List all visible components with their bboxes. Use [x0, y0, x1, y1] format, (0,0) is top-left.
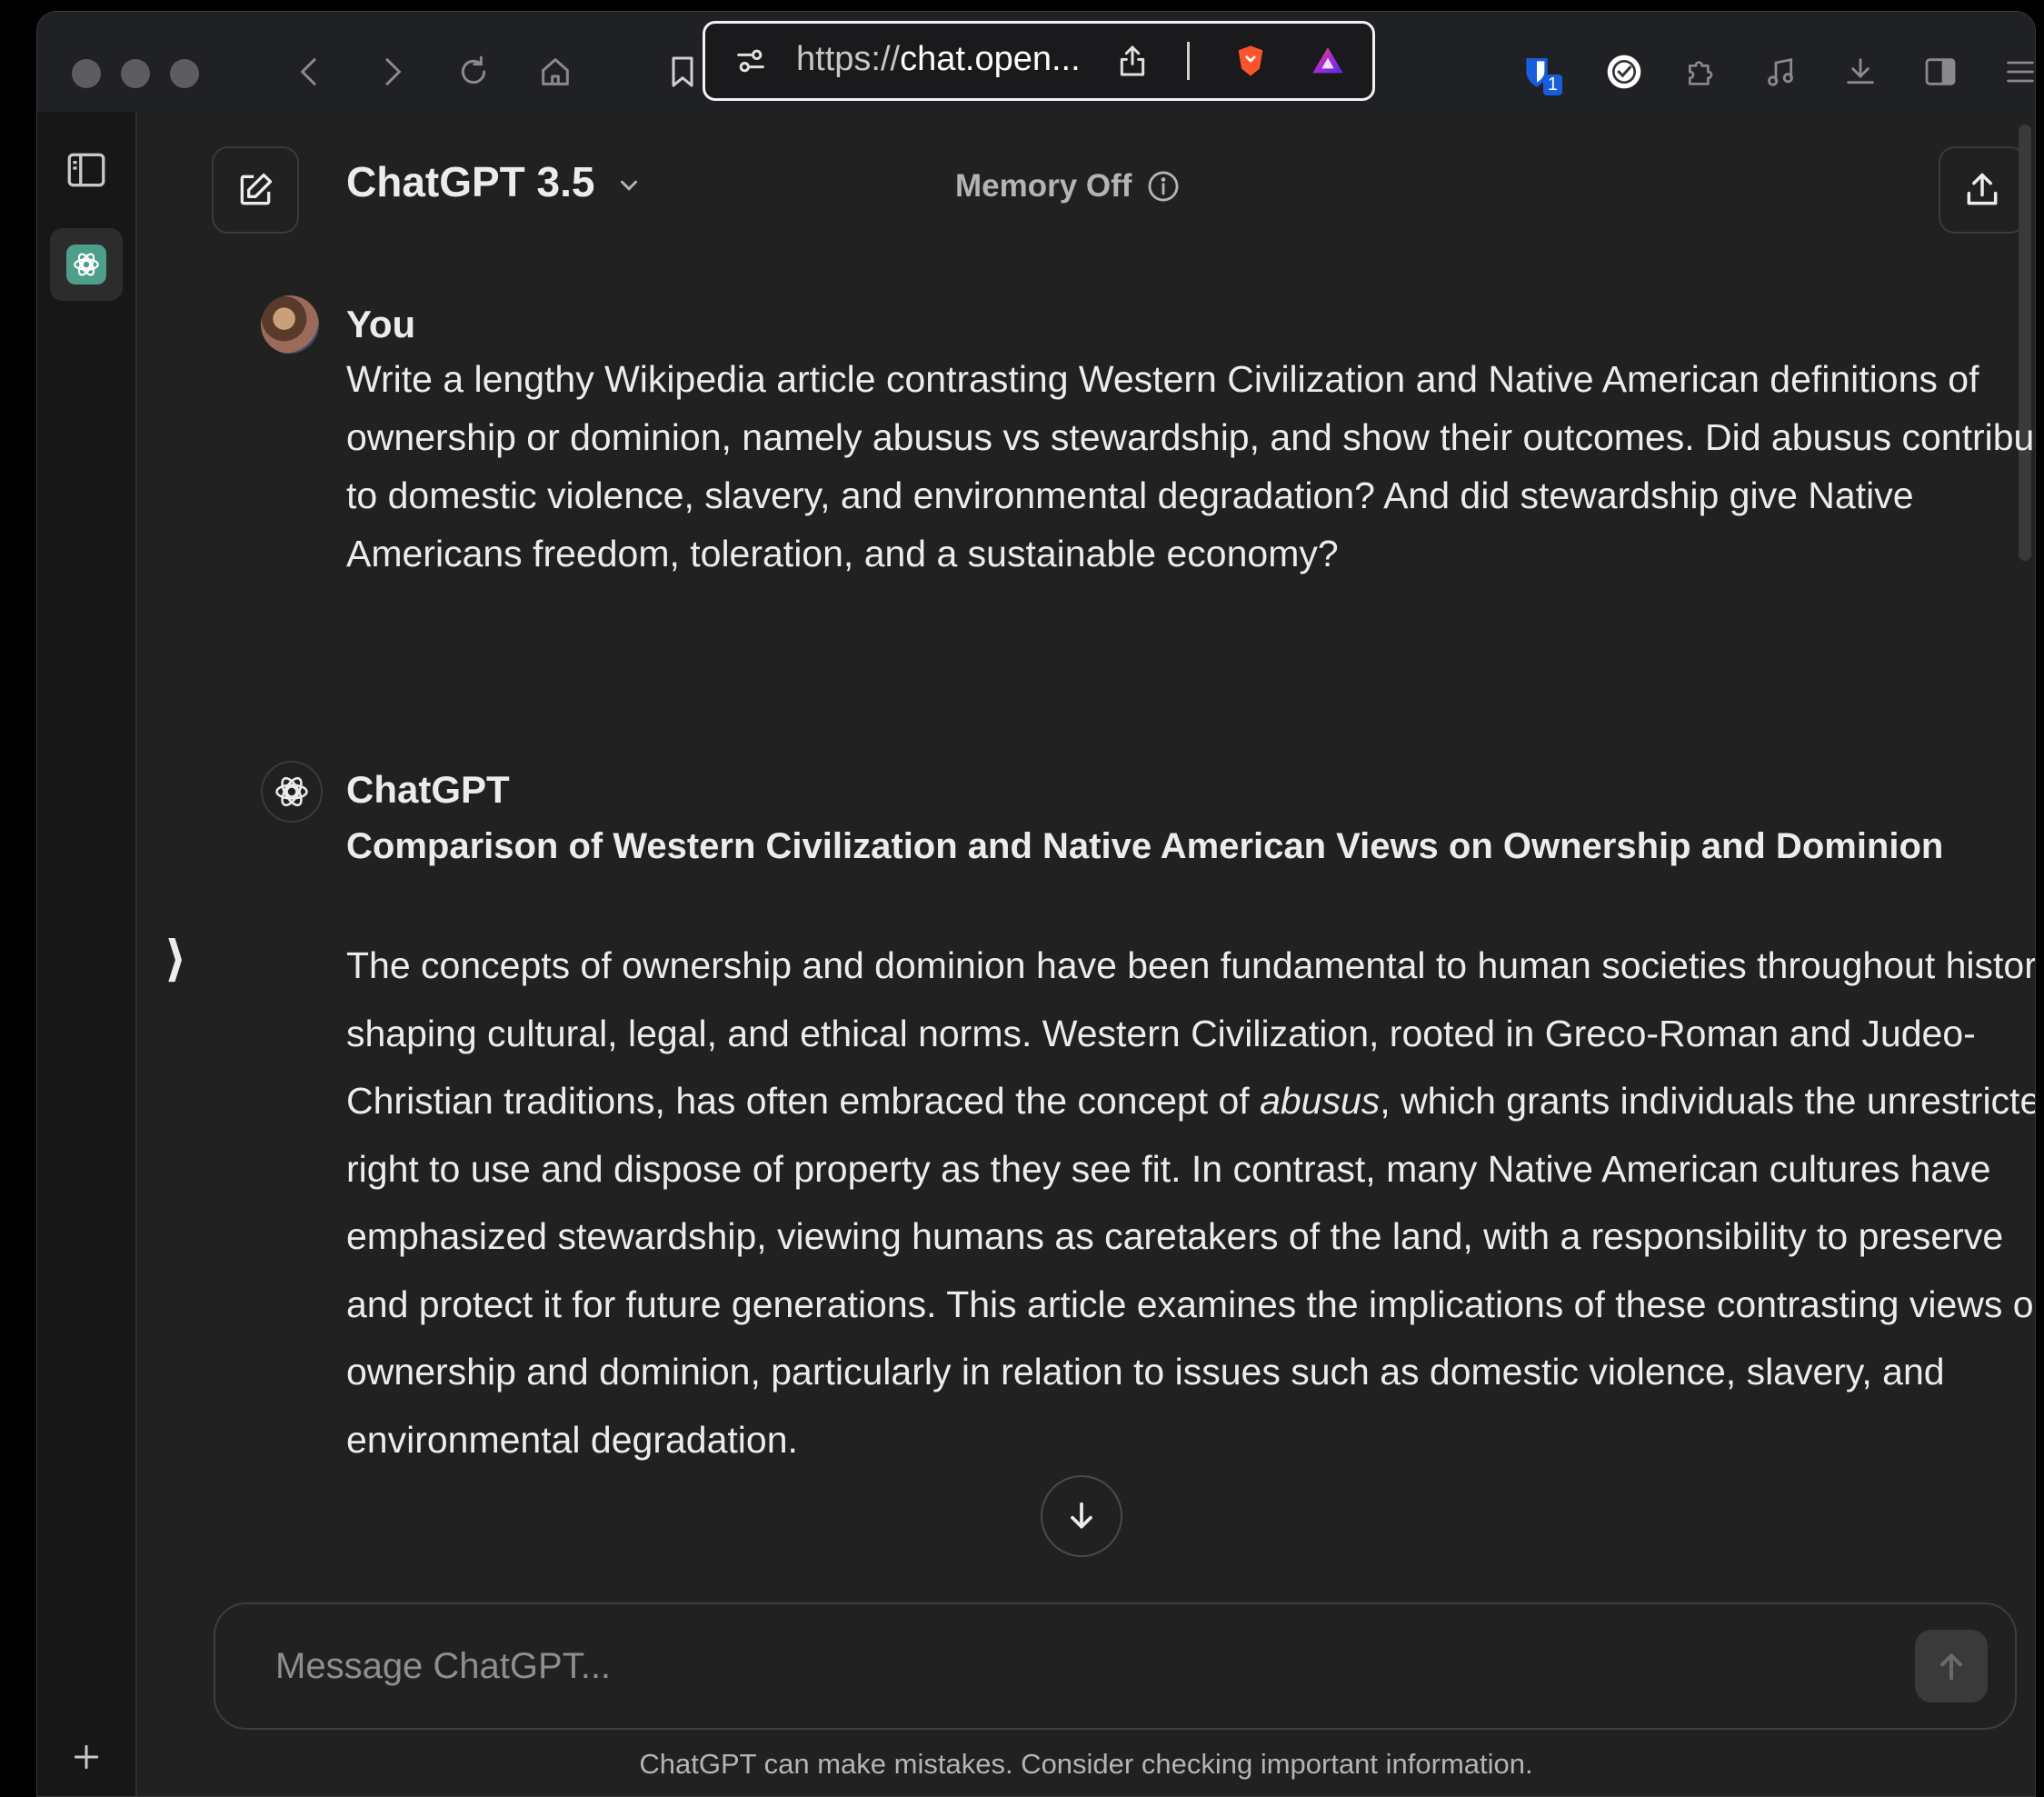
new-chat-button[interactable] [212, 146, 299, 234]
downloads-icon[interactable] [1833, 45, 1888, 99]
back-icon[interactable] [283, 45, 337, 99]
reload-icon[interactable] [446, 45, 501, 99]
bookmark-icon[interactable] [655, 45, 710, 99]
browser-window: https://chat.open... 1 ChatGPT 3.5 Memor… [36, 11, 2036, 1797]
openai-logo-icon [275, 776, 308, 807]
arrow-up-icon [1940, 1653, 1962, 1681]
chevron-down-icon [621, 180, 638, 191]
site-settings-icon[interactable] [723, 34, 778, 88]
memory-label: Memory Off [955, 168, 1132, 204]
edit-icon [240, 173, 273, 205]
scroll-to-bottom-button[interactable] [1041, 1475, 1122, 1557]
memory-status[interactable]: Memory Off [955, 168, 1181, 205]
url-divider [1187, 42, 1190, 80]
plus-icon[interactable] [50, 1721, 123, 1793]
extensions-icon[interactable] [1673, 45, 1728, 99]
send-button[interactable] [1915, 1630, 1988, 1702]
disclaimer-text: ChatGPT can make mistakes. Consider chec… [639, 1748, 1533, 1780]
browser-toolbar: https://chat.open... 1 [37, 12, 2035, 112]
extension-badge: 1 [1542, 75, 1562, 95]
forward-icon[interactable] [364, 45, 419, 99]
sidebar-rail [37, 112, 137, 1796]
sidebar-panel-icon[interactable] [50, 134, 123, 206]
article-body-part2: , which grants individuals the unrestric… [346, 1080, 2036, 1461]
share-chat-button[interactable] [1939, 146, 2026, 234]
url-host: chat.open... [900, 40, 1081, 78]
media-icon[interactable] [1753, 45, 1808, 99]
model-name: ChatGPT 3.5 [346, 158, 595, 205]
arrow-down-icon [1071, 1502, 1092, 1529]
home-icon[interactable] [528, 45, 583, 99]
user-message-text: Write a lengthy Wikipedia article contra… [346, 358, 2036, 574]
info-icon [1149, 171, 1179, 202]
assistant-author-label: ChatGPT [346, 768, 510, 811]
chatgpt-avatar [261, 761, 323, 823]
chatgpt-logo-icon[interactable] [50, 228, 123, 301]
sidebar-toggle-icon[interactable] [1913, 45, 1968, 99]
chat-main: ChatGPT 3.5 Memory Off You Write a lengt… [137, 112, 2035, 1796]
share-icon[interactable] [1105, 34, 1160, 88]
message-composer [214, 1602, 2017, 1730]
checkmark-extension-icon[interactable] [1597, 45, 1651, 99]
upload-icon [1967, 173, 1998, 205]
article-body: The concepts of ownership and dominion h… [346, 932, 2036, 1473]
url-text[interactable]: https://chat.open... [796, 40, 1081, 79]
window-close-button[interactable] [72, 59, 101, 88]
user-avatar [261, 295, 319, 354]
window-minimize-button[interactable] [121, 59, 150, 88]
article-body-emphasis: abusus [1260, 1080, 1381, 1122]
bitwarden-icon[interactable]: 1 [1510, 45, 1564, 99]
brave-rewards-icon[interactable] [1301, 34, 1355, 88]
collapse-handle-icon[interactable]: ⟩ [165, 930, 187, 987]
article-title: Comparison of Western Civilization and N… [346, 826, 1944, 866]
menu-icon[interactable] [1993, 45, 2035, 99]
window-zoom-button[interactable] [170, 59, 199, 88]
message-input[interactable] [274, 1641, 1822, 1692]
address-bar[interactable]: https://chat.open... [703, 21, 1375, 101]
brave-shield-icon[interactable] [1223, 34, 1278, 88]
user-author-label: You [346, 303, 416, 345]
model-selector[interactable]: ChatGPT 3.5 [346, 157, 643, 206]
url-scheme: https:// [796, 40, 901, 78]
